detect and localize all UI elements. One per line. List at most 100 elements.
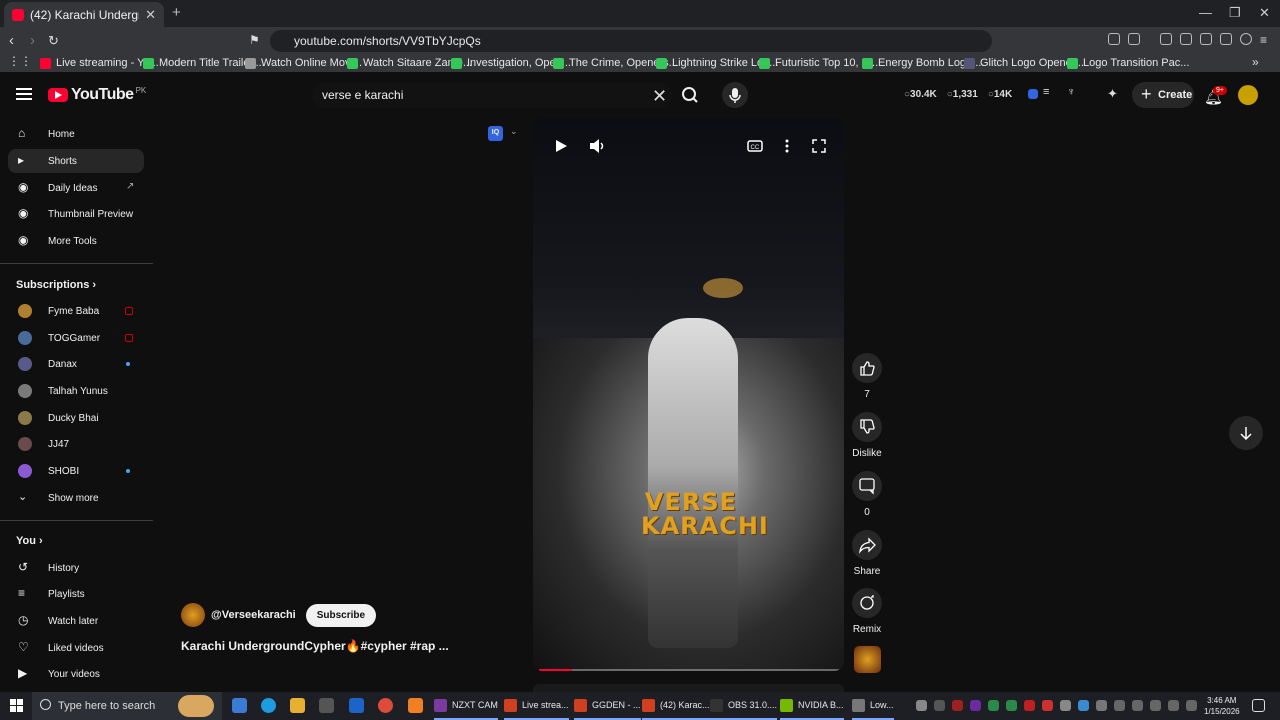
volume-icon[interactable]	[589, 138, 605, 154]
apps-grid-icon[interactable]: ⋮⋮	[8, 54, 32, 68]
sidebar-item-more-tools[interactable]: ◉ More Tools	[8, 229, 144, 253]
sidebar-item-daily-ideas[interactable]: ◉ Daily Ideas ↗	[8, 176, 144, 200]
subscription-item[interactable]: Ducky Bhai	[8, 406, 144, 430]
microphone-icon[interactable]	[1168, 700, 1179, 711]
system-tray-icon[interactable]	[970, 700, 981, 711]
fullscreen-icon[interactable]	[811, 138, 827, 154]
dislike-button[interactable]: Dislike	[852, 412, 882, 459]
sidebar-item-history[interactable]: ↺ History	[8, 556, 144, 580]
taskbar-app[interactable]: Live strea...	[504, 692, 569, 720]
shorts-video-player[interactable]: VERSE KARACHI CC	[533, 118, 844, 671]
menu-icon[interactable]: ≡	[1260, 33, 1267, 47]
voice-search-button[interactable]	[722, 82, 748, 108]
system-tray-icon[interactable]	[934, 700, 945, 711]
subscription-item[interactable]: Talhah Yunus	[8, 379, 144, 403]
hamburger-menu-icon[interactable]	[16, 88, 32, 100]
share-button[interactable]: Share	[852, 530, 882, 577]
store-icon[interactable]	[319, 698, 334, 713]
create-button[interactable]: Create	[1132, 82, 1194, 108]
vlc-icon[interactable]	[408, 698, 423, 713]
search-button[interactable]	[676, 82, 704, 108]
reload-icon[interactable]: ↻	[48, 33, 59, 49]
sidebar-item-shorts[interactable]: ▸ Shorts	[8, 149, 144, 173]
volume-icon[interactable]	[1186, 700, 1197, 711]
next-short-preview[interactable]	[533, 684, 844, 692]
subscription-item[interactable]: TOGGamer	[8, 326, 144, 350]
wallet-icon[interactable]	[1200, 33, 1212, 45]
system-tray-icon[interactable]	[916, 700, 927, 711]
sidebar-item-watch-later[interactable]: ◷ Watch later	[8, 609, 144, 633]
system-tray-icon[interactable]	[1024, 700, 1035, 711]
system-tray-icon[interactable]	[1060, 700, 1071, 711]
minimize-icon[interactable]: —	[1199, 5, 1212, 20]
bookmark-item[interactable]: Watch Online Movi...	[245, 57, 362, 69]
list-icon[interactable]: ≡	[1043, 86, 1049, 98]
more-bookmarks-icon[interactable]: »	[1252, 55, 1259, 69]
system-tray-icon[interactable]	[1132, 700, 1143, 711]
system-tray-icon[interactable]	[952, 700, 963, 711]
mail-icon[interactable]	[349, 698, 364, 713]
subscriptions-heading[interactable]: Subscriptions ›	[16, 279, 96, 291]
search-input[interactable]	[322, 88, 622, 102]
notification-center-icon[interactable]	[1252, 699, 1265, 712]
system-tray-icon[interactable]	[1042, 700, 1053, 711]
sidebar-icon[interactable]	[1180, 33, 1192, 45]
gemini-icon[interactable]: ✦	[1107, 86, 1118, 102]
system-tray-icon[interactable]	[1006, 700, 1017, 711]
bookmark-item[interactable]: Live streaming - Yo...	[40, 57, 159, 69]
subscription-item[interactable]: Fyme Baba	[8, 299, 144, 323]
back-icon[interactable]: ‹	[9, 32, 14, 49]
channel-avatar[interactable]	[181, 603, 205, 627]
play-icon[interactable]	[553, 138, 569, 154]
bookmark-item[interactable]: Logo Transition Pac...	[1067, 57, 1189, 69]
progress-bar[interactable]	[539, 669, 839, 671]
extension-icon[interactable]	[1108, 33, 1120, 45]
sidebar-item-liked-videos[interactable]: ♡ Liked videos	[8, 636, 144, 660]
more-options-icon[interactable]	[779, 138, 795, 154]
taskbar-app[interactable]: GGDEN - ...	[574, 692, 641, 720]
taskbar-search[interactable]: Type here to search	[32, 692, 222, 720]
account-avatar[interactable]	[1238, 85, 1258, 105]
next-short-button[interactable]	[1229, 416, 1263, 450]
windows-start-icon[interactable]	[9, 698, 24, 713]
system-tray-icon[interactable]	[1096, 700, 1107, 711]
system-tray-icon[interactable]	[1114, 700, 1125, 711]
browser-tab[interactable]: (42) Karachi UndergroundCyphe ✕	[4, 2, 164, 27]
taskbar-app[interactable]: (42) Karac...	[642, 692, 710, 720]
youtube-logo[interactable]: YouTube PK	[48, 86, 146, 104]
shield-icon[interactable]	[1240, 33, 1252, 45]
sound-thumbnail[interactable]	[854, 646, 881, 673]
channel-name[interactable]: @Verseekarachi	[211, 609, 296, 621]
subscription-item[interactable]: Danax	[8, 352, 144, 376]
close-tab-icon[interactable]: ✕	[145, 7, 156, 23]
trophy-icon[interactable]: ♆	[1067, 86, 1075, 98]
restore-icon[interactable]: ❐	[1229, 5, 1241, 21]
subscription-item[interactable]: JJ47	[8, 432, 144, 456]
bookmark-item[interactable]: Glitch Logo Opener...	[964, 57, 1084, 69]
system-tray-icon[interactable]	[1078, 700, 1089, 711]
taskbar-clock[interactable]: 3:46 AM 1/15/2026	[1204, 695, 1240, 717]
comments-button[interactable]: 0	[852, 471, 882, 518]
you-heading[interactable]: You ›	[16, 535, 43, 547]
edge-icon[interactable]	[261, 698, 276, 713]
sidebar-item-playlists[interactable]: ≡ Playlists	[8, 582, 144, 606]
bookmark-icon[interactable]: ⚑	[249, 33, 260, 47]
chevron-down-icon[interactable]: ⌄	[510, 126, 518, 137]
extension-icon[interactable]	[1128, 33, 1140, 45]
system-tray-icon[interactable]	[988, 700, 999, 711]
chrome-icon[interactable]	[378, 698, 393, 713]
taskbar-app[interactable]: OBS 31.0....	[710, 692, 778, 720]
short-title[interactable]: Karachi UndergroundCypher🔥#cypher #rap .…	[181, 639, 449, 653]
copilot-icon[interactable]	[232, 698, 247, 713]
network-icon[interactable]	[1150, 700, 1161, 711]
remix-button[interactable]: Remix	[852, 588, 882, 635]
like-button[interactable]: 7	[852, 353, 882, 400]
address-bar[interactable]: youtube.com/shorts/VV9TbYJcpQs	[270, 30, 992, 52]
subscribe-button[interactable]: Subscribe	[305, 603, 377, 627]
show-more-button[interactable]: ⌄ Show more	[8, 486, 144, 510]
sidebar-item-your-videos[interactable]: ▶ Your videos	[8, 662, 144, 686]
file-explorer-icon[interactable]	[290, 698, 305, 713]
taskbar-app[interactable]: NVIDIA B...	[780, 692, 844, 720]
taskbar-app[interactable]: Low...	[852, 692, 894, 720]
ai-icon[interactable]	[1220, 33, 1232, 45]
